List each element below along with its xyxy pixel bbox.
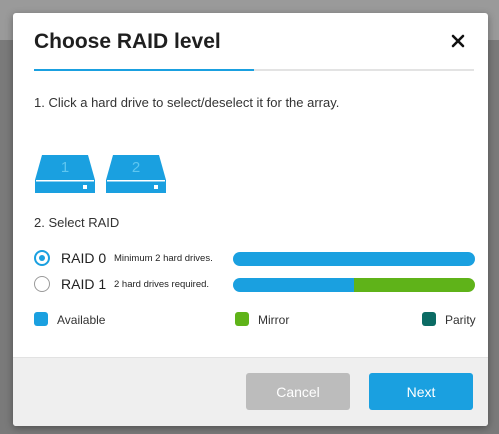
raid1-radio[interactable] — [34, 276, 50, 292]
raid-option-raid1[interactable]: RAID 1 2 hard drives required. — [34, 274, 476, 294]
raid-requirement: 2 hard drives required. — [114, 279, 210, 290]
available-swatch — [34, 312, 48, 326]
step2-label: 2. Select RAID — [34, 215, 120, 230]
capacity-bar — [233, 252, 475, 266]
capacity-available-segment — [233, 252, 475, 266]
raid-name: RAID 0 — [61, 250, 107, 266]
drive-number: 2 — [131, 159, 141, 176]
raid0-radio[interactable] — [34, 250, 50, 266]
legend-label: Mirror — [258, 313, 290, 327]
capacity-mirror-segment — [354, 278, 475, 292]
legend-label: Available — [57, 313, 106, 327]
dialog-title: Choose RAID level — [34, 30, 221, 53]
mirror-swatch — [235, 312, 249, 326]
parity-swatch — [422, 312, 436, 326]
cancel-button[interactable]: Cancel — [246, 373, 350, 410]
raid-requirement: Minimum 2 hard drives. — [114, 253, 213, 264]
raid-name: RAID 1 — [61, 276, 107, 292]
step-progress-fill — [34, 69, 254, 71]
hard-drive-1[interactable]: 1 — [34, 153, 96, 195]
close-icon[interactable] — [448, 31, 468, 51]
hard-drive-2[interactable]: 2 — [105, 153, 167, 195]
step-progress-track — [34, 69, 474, 71]
drive-number: 1 — [60, 159, 70, 176]
capacity-bar — [233, 278, 475, 292]
step1-instruction: 1. Click a hard drive to select/deselect… — [34, 95, 340, 110]
dialog-footer: Cancel Next — [13, 357, 488, 426]
capacity-available-segment — [233, 278, 354, 292]
raid-option-raid0[interactable]: RAID 0 Minimum 2 hard drives. — [34, 248, 476, 268]
legend-label: Parity — [445, 313, 476, 327]
raid-dialog: Choose RAID level 1. Click a hard drive … — [13, 13, 488, 426]
next-button[interactable]: Next — [369, 373, 473, 410]
